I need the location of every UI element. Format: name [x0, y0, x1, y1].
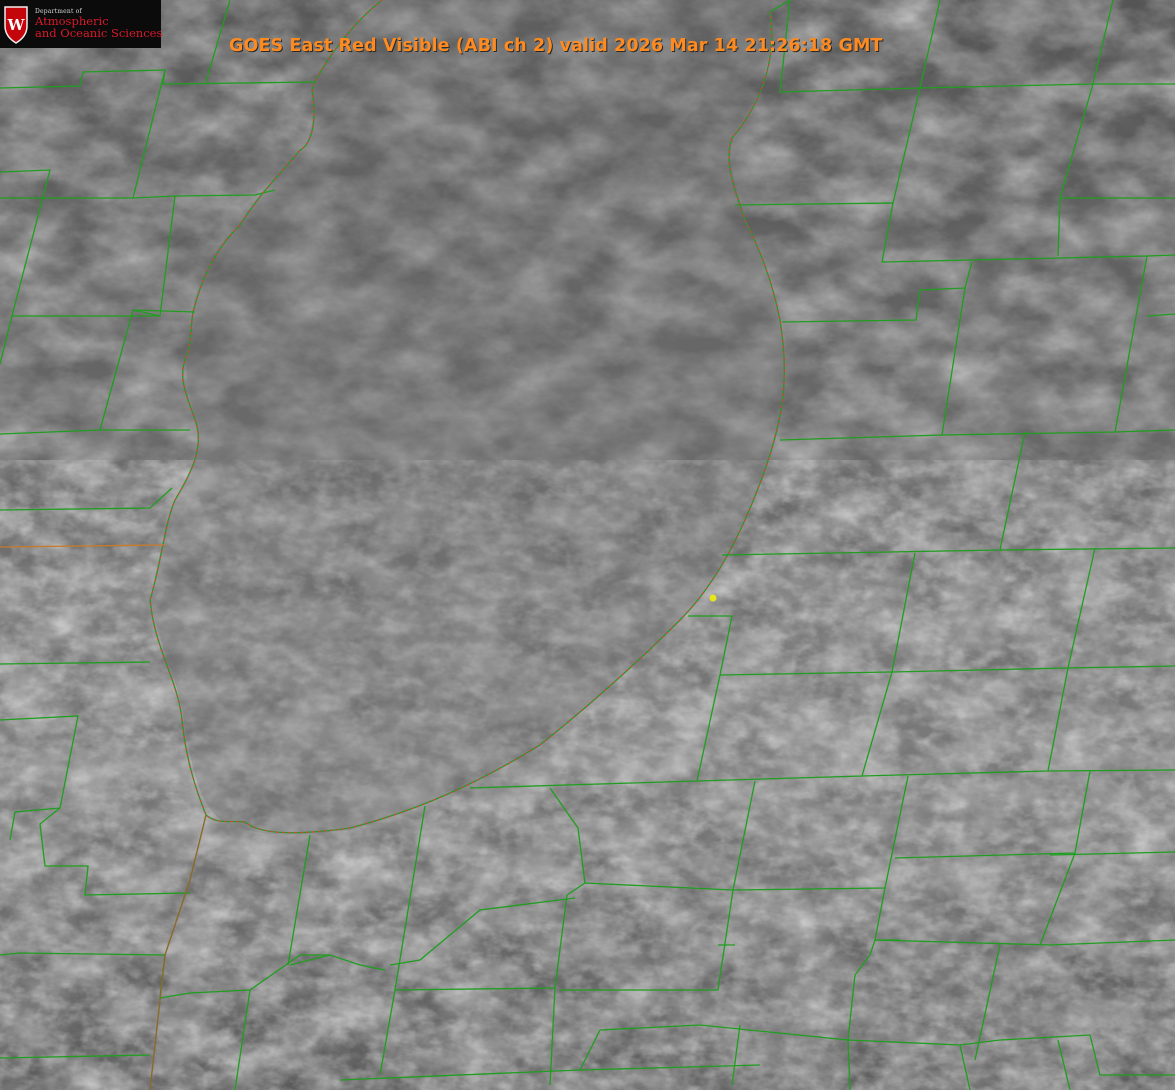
logo-text: Department of Atmospheric and Oceanic Sc…	[35, 8, 163, 41]
svg-text:W: W	[7, 16, 26, 34]
location-marker	[709, 594, 717, 602]
satellite-image[interactable]	[0, 0, 1175, 1090]
aos-logo: W Department of Atmospheric and Oceanic …	[0, 0, 163, 48]
logo-line-oceanic: and Oceanic Sciences	[35, 26, 163, 41]
satellite-map-viewer[interactable]: W Department of Atmospheric and Oceanic …	[0, 0, 1175, 1090]
image-title: GOES East Red Visible (ABI ch 2) valid 2…	[229, 36, 883, 56]
uw-crest-icon: W	[4, 6, 28, 44]
